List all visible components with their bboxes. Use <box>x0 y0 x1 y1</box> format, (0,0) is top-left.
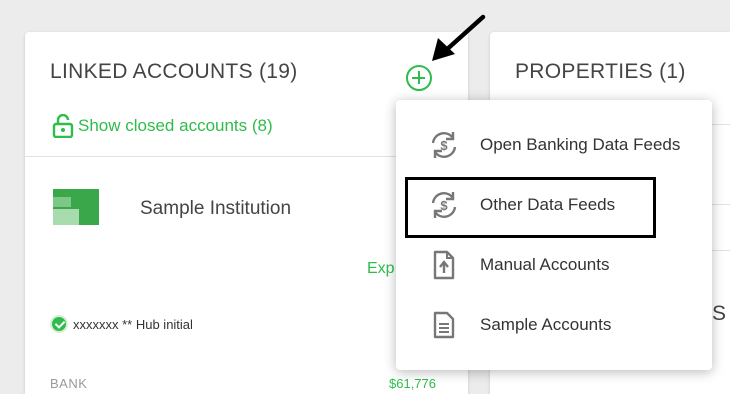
account-type-label: BANK <box>50 376 88 391</box>
sync-dollar-icon: $ <box>428 129 460 161</box>
add-account-button[interactable] <box>406 65 432 91</box>
file-upload-icon <box>428 249 460 281</box>
linked-accounts-title: LINKED ACCOUNTS (19) <box>50 60 298 83</box>
account-balance: $61,776 <box>389 376 436 391</box>
show-closed-accounts-link[interactable]: Show closed accounts (8) <box>52 114 273 138</box>
properties-subheading-fragment: S <box>712 302 727 325</box>
expand-link[interactable]: Exp <box>367 260 395 278</box>
account-name: xxxxxxx ** Hub initial <box>73 316 193 332</box>
svg-text:$: $ <box>440 138 448 153</box>
properties-title: PROPERTIES (1) <box>515 60 686 83</box>
annotation-highlight-box <box>405 177 656 238</box>
menu-item-sample-accounts[interactable]: Sample Accounts <box>396 300 712 350</box>
check-circle-icon <box>50 315 68 333</box>
menu-item-label: Sample Accounts <box>480 315 612 334</box>
account-row[interactable]: xxxxxxx ** Hub initial <box>50 315 193 333</box>
menu-item-open-banking-data-feeds[interactable]: $ Open Banking Data Feeds <box>396 120 712 170</box>
institution-name[interactable]: Sample Institution <box>140 198 291 220</box>
institution-logo <box>53 189 99 225</box>
menu-item-label: Open Banking Data Feeds <box>480 135 681 154</box>
document-icon <box>428 309 460 341</box>
show-closed-accounts-label: Show closed accounts (8) <box>78 116 273 135</box>
menu-item-manual-accounts[interactable]: Manual Accounts <box>396 240 712 290</box>
unlock-icon <box>52 114 74 138</box>
annotation-arrow-icon <box>432 14 486 61</box>
menu-item-label: Manual Accounts <box>480 255 610 274</box>
